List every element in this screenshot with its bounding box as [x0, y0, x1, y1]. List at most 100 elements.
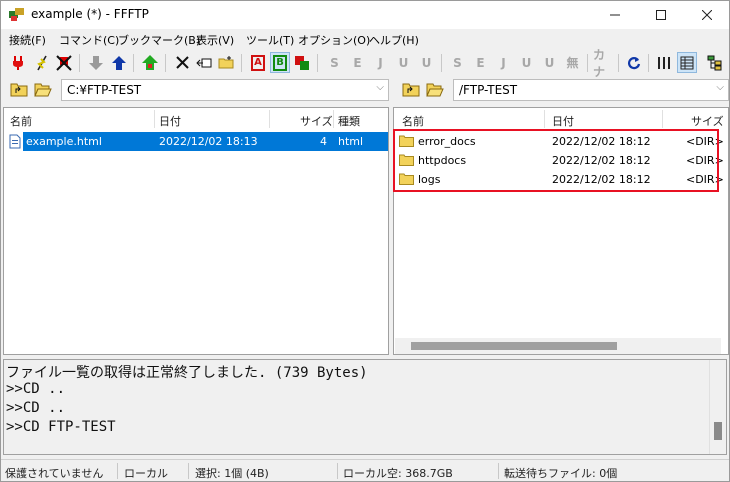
- maximize-button[interactable]: [638, 1, 684, 29]
- status-local: ローカル: [124, 467, 168, 480]
- tree-view-button[interactable]: [705, 52, 725, 73]
- column-divider[interactable]: [333, 110, 334, 128]
- remote-up-folder-icon[interactable]: [402, 81, 420, 97]
- remote-utf8-button[interactable]: U: [516, 52, 536, 73]
- remote-sjis-button[interactable]: S: [447, 52, 467, 73]
- column-divider[interactable]: [544, 110, 545, 128]
- binary-mode-icon: B: [273, 54, 287, 71]
- menu-options[interactable]: オプション(O): [298, 32, 370, 48]
- scrollbar-thumb[interactable]: [714, 422, 722, 440]
- status-local-free: ローカル空: 368.7GB: [343, 467, 453, 480]
- close-icon: [702, 10, 712, 20]
- download-button[interactable]: [86, 52, 106, 73]
- upload-button[interactable]: [109, 52, 129, 73]
- list-item[interactable]: example.html 2022/12/02 18:13 4 html: [4, 132, 388, 151]
- remote-jis-icon: J: [501, 55, 506, 70]
- delete-button[interactable]: [172, 52, 192, 73]
- arrow-up-icon: [112, 55, 126, 70]
- remote-horizontal-scrollbar[interactable]: [395, 338, 721, 354]
- remote-utf8bom-icon: U: [544, 55, 555, 70]
- kana-button[interactable]: カナ: [593, 48, 613, 79]
- file-name: example.html: [26, 135, 102, 148]
- remote-utf8bom-button[interactable]: U: [539, 52, 559, 73]
- column-divider[interactable]: [154, 110, 155, 128]
- local-col-type[interactable]: 種類: [338, 108, 360, 130]
- delete-x-icon: [175, 56, 189, 69]
- local-path-input[interactable]: C:¥FTP-TEST ⌵: [61, 79, 389, 101]
- ascii-mode-icon: A: [251, 54, 265, 71]
- list-view-button[interactable]: [654, 52, 674, 73]
- ascii-mode-button[interactable]: A: [248, 52, 268, 73]
- sjis-icon: S: [330, 55, 339, 70]
- menu-command[interactable]: コマンド(C): [59, 32, 119, 48]
- file-size: 4: [320, 135, 327, 148]
- refresh-button[interactable]: [624, 52, 644, 73]
- connect-button[interactable]: [8, 52, 28, 73]
- chevron-down-icon[interactable]: ⌵: [376, 82, 384, 93]
- mirror-upload-button[interactable]: [140, 52, 160, 73]
- local-path-text: C:¥FTP-TEST: [67, 83, 142, 97]
- log-line: >>CD FTP-TEST: [6, 419, 116, 435]
- toolbar-separator: [241, 54, 242, 72]
- toolbar-separator: [165, 54, 166, 72]
- toolbar-separator: [79, 54, 80, 72]
- title-bar: example (*) - FFFTP: [1, 1, 729, 29]
- status-divider: [117, 463, 118, 479]
- utf8bom-button[interactable]: U: [416, 52, 436, 73]
- remote-utf8-icon: U: [521, 55, 532, 70]
- list-view-icon: [658, 56, 670, 69]
- toolbar-separator: [317, 54, 318, 72]
- menu-connect[interactable]: 接続(F): [9, 32, 46, 48]
- log-vertical-scrollbar[interactable]: [709, 360, 726, 454]
- local-col-date[interactable]: 日付: [159, 108, 181, 130]
- local-col-name[interactable]: 名前: [10, 108, 32, 130]
- local-file-list[interactable]: 名前 日付 サイズ 種類 example.html 2022/12/02 18:…: [3, 107, 389, 355]
- disconnect-icon: [56, 54, 72, 71]
- disconnect-button[interactable]: [54, 52, 74, 73]
- maximize-icon: [656, 10, 666, 20]
- mirror-up-arrow-icon: [142, 54, 158, 70]
- menu-view[interactable]: 表示(V): [196, 32, 234, 48]
- euc-button[interactable]: E: [347, 52, 367, 73]
- local-open-folder-icon[interactable]: [34, 81, 52, 97]
- remote-path-input[interactable]: /FTP-TEST ⌵: [453, 79, 729, 101]
- remote-col-date[interactable]: 日付: [552, 108, 574, 130]
- remote-open-folder-icon[interactable]: [426, 81, 444, 97]
- close-button[interactable]: [684, 1, 730, 29]
- utf8-icon: U: [398, 55, 409, 70]
- auto-mode-icon: [295, 55, 309, 70]
- toolbar-separator: [648, 54, 649, 72]
- local-col-size[interactable]: サイズ: [300, 108, 333, 130]
- mkdir-button[interactable]: [216, 52, 236, 73]
- log-window[interactable]: ファイル一覧の取得は正常終了しました. (739 Bytes) >>CD .. …: [3, 359, 727, 455]
- status-queue: 転送待ちファイル: 0個: [504, 467, 618, 480]
- column-divider[interactable]: [269, 110, 270, 128]
- remote-euc-button[interactable]: E: [470, 52, 490, 73]
- log-line: >>CD ..: [6, 400, 66, 416]
- auto-mode-button[interactable]: [292, 52, 312, 73]
- utf8-button[interactable]: U: [393, 52, 413, 73]
- detail-view-button[interactable]: [677, 52, 697, 73]
- minimize-button[interactable]: [592, 1, 638, 29]
- no-conversion-button[interactable]: 無: [562, 52, 582, 73]
- arrow-down-icon: [89, 55, 103, 70]
- menu-help[interactable]: ヘルプ(H): [369, 32, 419, 48]
- sjis-button[interactable]: S: [324, 52, 344, 73]
- detail-view-icon: [680, 56, 694, 69]
- ffftp-app-icon: [9, 8, 24, 21]
- remote-col-size[interactable]: サイズ: [691, 108, 724, 130]
- remote-col-name[interactable]: 名前: [402, 108, 424, 130]
- local-up-folder-icon[interactable]: [10, 81, 28, 97]
- menu-tools[interactable]: ツール(T): [246, 32, 294, 48]
- jis-button[interactable]: J: [370, 52, 390, 73]
- scrollbar-thumb[interactable]: [411, 342, 617, 350]
- minimize-icon: [610, 14, 620, 16]
- binary-mode-button[interactable]: B: [270, 52, 290, 73]
- chevron-down-icon[interactable]: ⌵: [716, 82, 724, 93]
- rename-button[interactable]: [194, 52, 214, 73]
- menu-bookmark[interactable]: ブックマーク(B): [118, 32, 200, 48]
- remote-jis-button[interactable]: J: [493, 52, 513, 73]
- column-divider[interactable]: [662, 110, 663, 128]
- menu-bar: 接続(F) コマンド(C) ブックマーク(B) 表示(V) ツール(T) オプシ…: [1, 29, 729, 49]
- quick-connect-button[interactable]: [32, 52, 52, 73]
